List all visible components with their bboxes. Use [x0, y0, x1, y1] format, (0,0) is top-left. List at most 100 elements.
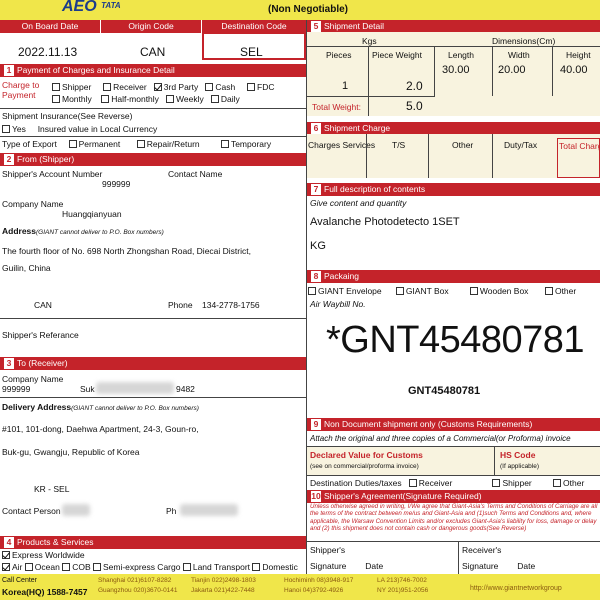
origin-label: Origin Code: [101, 20, 201, 33]
shipper-header: 2 From (Shipper): [0, 153, 306, 166]
onboard-label: On Board Date: [0, 20, 100, 33]
packing-header: 8 Packaing: [307, 270, 600, 283]
col-piece-weight: Piece Weight: [372, 50, 422, 60]
brand-sub: TATA: [101, 1, 121, 10]
contents-hint: Give content and quantity: [310, 198, 407, 208]
shipper-signature-label: Signature: [310, 561, 347, 571]
col-total-charge: Total Charge: [557, 138, 600, 178]
daily-checkbox[interactable]: Daily: [210, 94, 240, 104]
section-number: 7: [311, 184, 321, 195]
pieces-value: 1: [342, 80, 349, 92]
divider: [0, 108, 306, 109]
export-type-label: Type of Export: [2, 139, 57, 149]
divider: [0, 318, 306, 319]
total-weight-label: Total Weight:: [312, 102, 361, 112]
monthly-checkbox[interactable]: Monthly: [52, 94, 92, 104]
declared-value-sub: (see on commercial/proforma invoice): [310, 463, 419, 470]
cash-checkbox[interactable]: Cash: [205, 82, 235, 92]
shipper-date-label: Date: [365, 561, 384, 571]
insurance-note: Insured value in Local Currency: [37, 124, 158, 134]
giant-envelope-checkbox[interactable]: GIANT Envelope: [308, 286, 382, 296]
third-party-checkbox[interactable]: 3rd Party: [153, 82, 198, 92]
permanent-checkbox[interactable]: Permanent: [68, 139, 120, 149]
col-width: Width: [508, 50, 530, 60]
shipper-company-label: Company Name: [2, 199, 64, 209]
section-number: 5: [311, 21, 321, 32]
duties-receiver-checkbox[interactable]: Receiver: [408, 478, 452, 488]
other-checkbox[interactable]: Other: [544, 286, 576, 296]
temporary-checkbox[interactable]: Temporary: [220, 139, 271, 149]
col-rule: [366, 134, 367, 178]
receiver-date-label: Date: [517, 561, 536, 571]
half-monthly-checkbox[interactable]: Half-monthly: [101, 94, 159, 104]
kgs-label: Kgs: [362, 36, 377, 46]
charges-section: Shipment Charge: [324, 123, 391, 133]
customs-header: 9 Non Document shipment only (Customs Req…: [307, 418, 600, 431]
col-pieces: Pieces: [326, 50, 352, 60]
receiver-header: 3 To (Receiver): [0, 357, 306, 370]
shipper-address-line2: Guilin, China: [2, 263, 51, 273]
shipper-account-value: 999999: [102, 179, 131, 189]
receiver-delivery-label: Delivery Address: [2, 402, 72, 412]
waybill-number-small: GNT45480781: [408, 385, 481, 397]
document-subtitle: (Non Negotiable): [268, 4, 348, 15]
redacted-block: [62, 504, 90, 516]
divider: [307, 541, 600, 542]
cob-checkbox[interactable]: COB: [62, 562, 91, 572]
agreement-section: Shipper's Agreement(Signature Required): [324, 491, 482, 501]
weekly-checkbox[interactable]: Weekly: [166, 94, 204, 104]
receiver-company-suffix: 9482: [176, 384, 195, 394]
export-row: Type of Export Permanent Repair/Return T…: [2, 139, 271, 149]
height-value: 40.00: [560, 64, 588, 76]
shipper-checkbox[interactable]: Shipper: [52, 82, 91, 92]
receiver-company-partial: Suk: [80, 384, 95, 394]
divider: [307, 96, 435, 97]
insurance-yes-checkbox[interactable]: Yes: [2, 124, 26, 134]
section-number: 9: [311, 419, 321, 430]
col-rule: [368, 46, 369, 116]
receiver-checkbox[interactable]: Receiver: [103, 82, 147, 92]
website-link[interactable]: http://www.giantnetworkgroup: [470, 584, 600, 594]
fdc-checkbox[interactable]: FDC: [247, 82, 275, 92]
land-transport-checkbox[interactable]: Land Transport: [182, 562, 250, 572]
section-number: 2: [4, 154, 14, 165]
office-entry: Shanghai 021)6107-8282: [98, 577, 172, 584]
waybill-number-large: *GNT45480781: [326, 319, 585, 361]
receiver-contact-label: Contact Person: [2, 506, 61, 516]
col-rule: [492, 134, 493, 178]
col-rule: [428, 134, 429, 178]
semi-express-checkbox[interactable]: Semi-express Cargo: [92, 562, 180, 572]
air-checkbox[interactable]: Air: [2, 562, 22, 572]
call-center-label: Call Center: [2, 577, 38, 584]
payment-section: Payment of Charges and Insurance Detail: [17, 65, 175, 75]
receiver-delivery-note: (GIANT cannot deliver to P.O. Box number…: [71, 405, 199, 412]
ocean-checkbox[interactable]: Ocean: [24, 562, 60, 572]
office-entry: Hanoi 04)3792-4926: [284, 587, 344, 594]
office-entry: LA 213)746-7002: [377, 577, 427, 584]
duties-shipper-checkbox[interactable]: Shipper: [492, 478, 532, 488]
office-entry: Jakarta 021)422-7448: [191, 587, 255, 594]
section-number: 4: [4, 537, 14, 548]
col-rule: [458, 541, 459, 574]
receiver-delivery-row: Delivery Address(GIANT cannot deliver to…: [2, 402, 199, 414]
hq-phone: Korea(HQ) 1588-7457: [2, 587, 88, 597]
express-checkbox[interactable]: Express Worldwide: [2, 550, 85, 560]
office-entry: Tianjin 022)2498-1803: [191, 577, 256, 584]
giant-box-checkbox[interactable]: GIANT Box: [395, 286, 449, 296]
section-number: 1: [4, 65, 14, 76]
receiver-company-label: Company Name: [2, 374, 64, 384]
agreement-header: 10 Shipper's Agreement(Signature Required…: [307, 490, 600, 503]
shipper-company-value: Huangqianyuan: [62, 209, 122, 219]
repair-return-checkbox[interactable]: Repair/Return: [136, 139, 200, 149]
duties-other-checkbox[interactable]: Other: [553, 478, 584, 488]
office-entry: Guangzhou 020)3670-0141: [98, 587, 178, 594]
receiver-section: To (Receiver): [17, 358, 68, 368]
waybill-label: Air Waybill No.: [310, 299, 366, 309]
products-section: Products & Services: [17, 537, 94, 547]
shipper-address-label-row: Address(GIANT cannot deliver to P.O. Box…: [2, 226, 164, 238]
insurance-label: Shipment Insurance(See Reverse): [2, 111, 133, 121]
wooden-box-checkbox[interactable]: Wooden Box: [469, 286, 528, 296]
shipper-address-note: (GIANT cannot deliver to P.O. Box number…: [36, 229, 164, 236]
customs-section: Non Document shipment only (Customs Requ…: [324, 419, 533, 429]
domestic-checkbox[interactable]: Domestic: [252, 562, 298, 572]
